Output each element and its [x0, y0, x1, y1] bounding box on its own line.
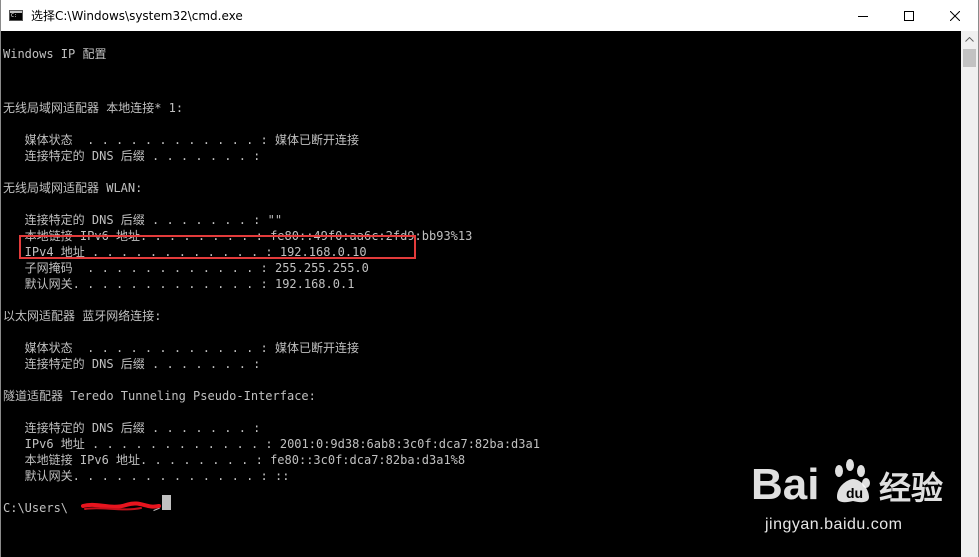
minimize-button[interactable] [840, 0, 886, 31]
console-line: 默认网关. . . . . . . . . . . . . : 192.168.… [3, 277, 355, 291]
console-line: 连接特定的 DNS 后缀 . . . . . . . : "" [3, 213, 283, 227]
console-line: 媒体状态 . . . . . . . . . . . . : 媒体已断开连接 [3, 133, 359, 147]
console-line: C:\Users\ [3, 501, 69, 515]
console-line: 子网掩码 . . . . . . . . . . . . : 255.255.2… [3, 261, 369, 275]
title-bar[interactable]: 选择C:\Windows\system32\cmd.exe [1, 0, 978, 31]
maximize-icon [904, 10, 914, 21]
ipv4-highlight-box [19, 235, 416, 259]
console-line: 本地链接 IPv6 地址. . . . . . . . : fe80::3c0f… [3, 453, 466, 467]
console-line: Windows IP 配置 [3, 47, 107, 61]
console-line: 无线局域网适配器 本地连接* 1: [3, 101, 184, 115]
console-line: 以太网适配器 蓝牙网络连接: [3, 309, 162, 323]
console-line: 媒体状态 . . . . . . . . . . . . : 媒体已断开连接 [3, 341, 359, 355]
watermark-brand: Bai [751, 460, 819, 509]
maximize-button[interactable] [886, 0, 932, 31]
watermark-url: jingyan.baidu.com [765, 516, 903, 533]
baidu-jingyan-watermark: Bai du 经验 jingyan.baidu.com [751, 455, 976, 555]
redaction-scribble [81, 501, 161, 511]
chevron-up-icon [965, 37, 974, 42]
console-line: 无线局域网适配器 WLAN: [3, 181, 143, 195]
window-title: 选择C:\Windows\system32\cmd.exe [31, 9, 243, 23]
watermark-brand-tail: 经验 [879, 469, 943, 507]
console-line: 连接特定的 DNS 后缀 . . . . . . . : [3, 421, 261, 435]
console-line: 连接特定的 DNS 后缀 . . . . . . . : [3, 357, 261, 371]
scroll-thumb[interactable] [963, 49, 976, 67]
minimize-icon [858, 15, 868, 17]
baidu-logo: Bai du 经验 [751, 459, 943, 509]
console-line: 连接特定的 DNS 后缀 . . . . . . . : [3, 149, 261, 163]
window-controls [840, 0, 978, 31]
cmd-window: 选择C:\Windows\system32\cmd.exe Windows IP… [0, 0, 979, 557]
console-line: 隧道适配器 Teredo Tunneling Pseudo-Interface: [3, 389, 316, 403]
svg-text:du: du [846, 485, 863, 501]
console-line: 默认网关. . . . . . . . . . . . . : :: [3, 469, 290, 483]
close-button[interactable] [932, 0, 978, 31]
close-icon [950, 10, 960, 21]
console-line: IPv6 地址 . . . . . . . . . . . . : 2001:0… [3, 437, 540, 451]
console-icon [9, 10, 23, 21]
scroll-up-button[interactable] [961, 31, 978, 48]
text-cursor [162, 495, 171, 510]
